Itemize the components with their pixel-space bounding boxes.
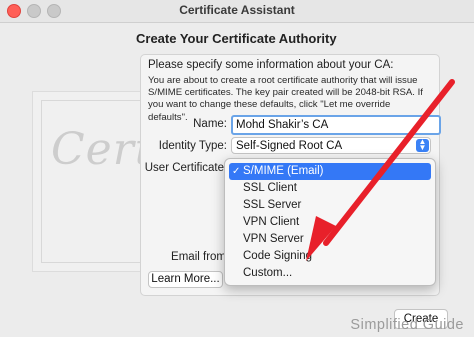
annotation-arrow-shaft [323,79,455,246]
watermark: Simplified Guide [350,317,464,333]
annotation-arrow [306,79,455,261]
